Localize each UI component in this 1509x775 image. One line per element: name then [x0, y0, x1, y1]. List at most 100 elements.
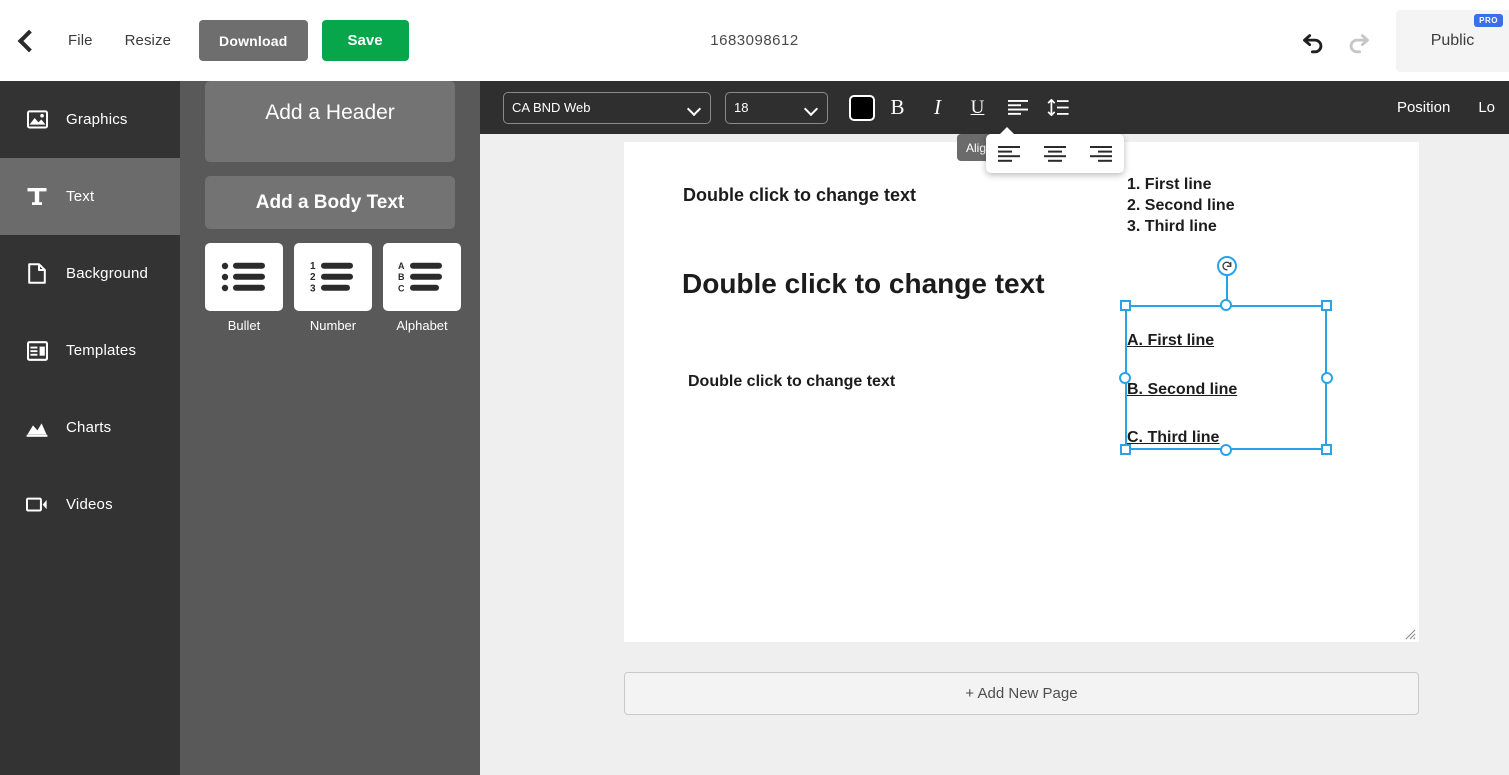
list-style-row: Bullet 1 2 3 Number A B C Alphabet: [180, 243, 480, 333]
align-right-option[interactable]: [1083, 139, 1119, 169]
svg-text:A: A: [398, 261, 405, 271]
list-style-caption: Bullet: [227, 318, 261, 333]
download-button[interactable]: Download: [199, 20, 308, 61]
text-color-swatch[interactable]: [849, 94, 875, 121]
layout-icon: [26, 340, 48, 362]
svg-text:1: 1: [310, 261, 316, 272]
list-style-caption: Alphabet: [396, 318, 448, 333]
italic-button[interactable]: I: [920, 90, 955, 125]
canvas-text-1[interactable]: Double click to change text: [683, 184, 916, 207]
menu-resize[interactable]: Resize: [109, 0, 187, 81]
top-header: File Resize Download Save PRO Pub: [0, 0, 1509, 81]
underline-button[interactable]: U: [960, 90, 995, 125]
text-panel: Add a Title Add a Header Add a Body Text…: [180, 81, 480, 775]
resize-grip-icon[interactable]: [1404, 628, 1416, 640]
sidebar-item-charts[interactable]: Charts: [0, 389, 180, 466]
list-style-number[interactable]: 1 2 3 Number: [294, 243, 372, 333]
font-size-wrap: 18: [725, 91, 828, 124]
left-sidebar: Graphics Text Background Templates Chart…: [0, 81, 180, 775]
rotate-handle-icon: [1222, 261, 1232, 271]
header-right-group: PRO Public: [1292, 0, 1509, 81]
handle-bottom-center[interactable]: [1220, 444, 1232, 456]
align-dropdown: [986, 127, 1124, 173]
undo-icon: [1303, 33, 1323, 53]
sidebar-item-label: Graphics: [66, 111, 128, 128]
sidebar-item-label: Videos: [66, 496, 113, 513]
font-family-select[interactable]: CA BND Web: [503, 91, 711, 124]
align-left-icon: [1007, 100, 1028, 115]
undo-button[interactable]: [1292, 19, 1336, 63]
sidebar-item-label: Templates: [66, 342, 137, 359]
sidebar-item-label: Text: [66, 188, 95, 205]
align-left-option[interactable]: [991, 139, 1027, 169]
list-style-caption: Number: [309, 318, 357, 333]
save-button[interactable]: Save: [321, 20, 409, 61]
canvas-number-list[interactable]: 1. First line 2. Second line 3. Third li…: [1127, 175, 1235, 238]
add-body-text-button[interactable]: Add a Body Text: [205, 176, 455, 229]
list-item: 2. Second line: [1127, 197, 1235, 214]
canvas-text-3[interactable]: Double click to change text: [688, 372, 895, 392]
page-icon: [26, 263, 48, 285]
chart-icon: [26, 417, 48, 439]
list-style-bullet[interactable]: Bullet: [205, 243, 283, 333]
alphabet-list-icon: A B C: [383, 243, 461, 311]
sidebar-item-graphics[interactable]: Graphics: [0, 81, 180, 158]
svg-text:2: 2: [310, 272, 316, 283]
numbered-list-icon: 1 2 3: [294, 243, 372, 311]
handle-middle-left[interactable]: [1119, 372, 1131, 384]
pro-badge: PRO: [1474, 13, 1503, 27]
font-size-select[interactable]: 18: [725, 91, 828, 124]
handle-bottom-right[interactable]: [1321, 444, 1332, 455]
canvas-text-2[interactable]: Double click to change text: [682, 266, 1045, 301]
line-height-button[interactable]: [1040, 90, 1075, 125]
canvas-workspace: Double click to change text Double click…: [480, 134, 1509, 775]
chevron-left-icon: [17, 29, 40, 52]
handle-top-right[interactable]: [1321, 300, 1332, 311]
rotate-handle[interactable]: [1217, 256, 1237, 276]
align-button[interactable]: [1000, 90, 1035, 125]
list-item: 1. First line: [1127, 176, 1212, 193]
svg-text:B: B: [398, 272, 405, 282]
lock-button[interactable]: Lo: [1464, 99, 1509, 116]
image-icon: [26, 109, 48, 131]
redo-icon: [1349, 33, 1369, 53]
document-title-input[interactable]: [624, 32, 885, 49]
align-center-icon: [1044, 145, 1066, 162]
editor-app: File Resize Download Save PRO Pub: [0, 0, 1509, 775]
text-t-icon: [26, 186, 48, 208]
add-new-page-button[interactable]: + Add New Page: [624, 672, 1419, 715]
position-button[interactable]: Position: [1383, 99, 1464, 116]
handle-middle-right[interactable]: [1321, 372, 1333, 384]
bold-button[interactable]: B: [880, 90, 915, 125]
text-toolbar: CA BND Web 18 B I U Position Lo: [480, 81, 1509, 134]
sidebar-item-label: Background: [66, 265, 149, 282]
sidebar-item-text[interactable]: Text: [0, 158, 180, 235]
public-label: Public: [1430, 31, 1475, 49]
align-right-icon: [1090, 145, 1112, 162]
selection-box[interactable]: [1119, 256, 1333, 456]
font-family-wrap: CA BND Web: [503, 91, 711, 124]
align-center-option[interactable]: [1037, 139, 1073, 169]
list-item: 3. Third line: [1127, 218, 1217, 235]
back-button[interactable]: [0, 0, 52, 81]
bullet-list-icon: [205, 243, 283, 311]
sidebar-item-background[interactable]: Background: [0, 235, 180, 312]
public-visibility-button[interactable]: PRO Public: [1396, 9, 1509, 72]
handle-top-center[interactable]: [1220, 299, 1232, 311]
line-height-icon: [1047, 99, 1069, 116]
toolbar-right-group: Position Lo: [1383, 81, 1509, 134]
sidebar-item-label: Charts: [66, 419, 112, 436]
svg-text:C: C: [398, 283, 405, 293]
handle-top-left[interactable]: [1120, 300, 1131, 311]
menu-file[interactable]: File: [52, 0, 109, 81]
svg-text:3: 3: [310, 283, 316, 294]
sidebar-item-templates[interactable]: Templates: [0, 312, 180, 389]
document-title-wrap: [624, 0, 885, 81]
handle-bottom-left[interactable]: [1120, 444, 1131, 455]
redo-button[interactable]: [1336, 19, 1380, 63]
video-icon: [26, 494, 48, 516]
list-style-alphabet[interactable]: A B C Alphabet: [383, 243, 461, 333]
align-left-icon: [998, 145, 1020, 162]
sidebar-item-videos[interactable]: Videos: [0, 466, 180, 543]
add-header-button[interactable]: Add a Header: [205, 81, 455, 144]
